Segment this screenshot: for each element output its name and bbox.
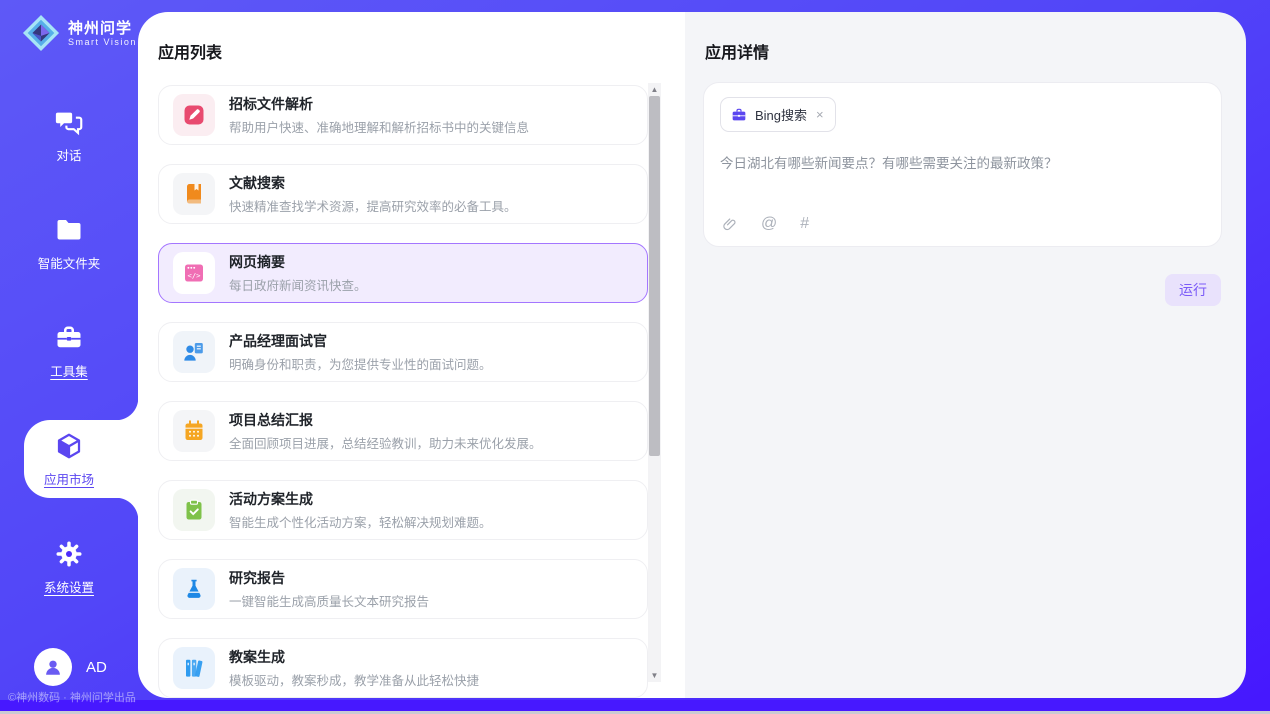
- app-card-title: 项目总结汇报: [229, 410, 542, 430]
- scroll-up-button[interactable]: ▲: [648, 83, 661, 96]
- app-card-title: 教案生成: [229, 647, 479, 667]
- app-card-desc: 模板驱动，教案秒成，教学准备从此轻松快捷: [229, 670, 479, 689]
- sidebar-item-settings[interactable]: 系统设置: [0, 513, 138, 621]
- chat-icon: [54, 107, 84, 137]
- app-card-title: 文献搜索: [229, 173, 517, 193]
- mention-icon[interactable]: @: [761, 215, 777, 233]
- app-card-desc: 明确身份和职责，为您提供专业性的面试问题。: [229, 354, 492, 373]
- tool-chip-label: Bing搜索: [755, 105, 807, 124]
- app-card[interactable]: 招标文件解析帮助用户快速、准确地理解和解析招标书中的关键信息: [158, 85, 648, 145]
- prompt-card: Bing搜索 × 今日湖北有哪些新闻要点？有哪些需要关注的最新政策？ @#: [703, 82, 1222, 247]
- app-list-panel: 应用列表 招标文件解析帮助用户快速、准确地理解和解析招标书中的关键信息文献搜索快…: [138, 12, 685, 698]
- sidebar-item-chat[interactable]: 对话: [0, 81, 138, 189]
- book-icon: [173, 173, 215, 215]
- brand-subtitle: Smart Vision: [68, 37, 137, 47]
- sidebar-nav: 对话智能文件夹工具集应用市场系统设置: [0, 81, 138, 621]
- scroll-down-button[interactable]: ▼: [648, 669, 661, 682]
- scrollbar[interactable]: ▲ ▼: [648, 83, 661, 682]
- prompt-text[interactable]: 今日湖北有哪些新闻要点？有哪些需要关注的最新政策？: [720, 154, 1205, 174]
- user-row[interactable]: AD: [34, 648, 107, 686]
- sidebar-item-label: 应用市场: [44, 469, 94, 488]
- tool-chip[interactable]: Bing搜索 ×: [720, 97, 836, 132]
- calendar-icon: [173, 410, 215, 452]
- briefcase-icon: [731, 107, 747, 123]
- sidebar-item-smart-folder[interactable]: 智能文件夹: [0, 189, 138, 297]
- run-button[interactable]: 运行: [1165, 274, 1221, 306]
- sidebar-item-label: 工具集: [50, 361, 88, 380]
- app-card[interactable]: 项目总结汇报全面回顾项目进展，总结经验教训，助力未来优化发展。: [158, 401, 648, 461]
- app-card-desc: 每日政府新闻资讯快查。: [229, 275, 367, 294]
- user-avatar[interactable]: [34, 648, 72, 686]
- cube-icon: [54, 431, 84, 461]
- app-card-desc: 全面回顾项目进展，总结经验教训，助力未来优化发展。: [229, 433, 542, 452]
- app-card-desc: 一键智能生成高质量长文本研究报告: [229, 591, 429, 610]
- folder-icon: [54, 215, 84, 245]
- run-row: 运行: [685, 274, 1221, 306]
- app-card-title: 产品经理面试官: [229, 331, 492, 351]
- user-initials: AD: [86, 659, 107, 676]
- flask-icon: [173, 568, 215, 610]
- brand-name: 神州问学: [68, 20, 137, 37]
- pen-icon: [173, 94, 215, 136]
- app-card[interactable]: 研究报告一键智能生成高质量长文本研究报告: [158, 559, 648, 619]
- app-detail-panel: 应用详情 Bing搜索 × 今日湖北有哪些新闻要点？有哪些需要关注的最新政策？ …: [685, 12, 1246, 698]
- sidebar: 神州问学 Smart Vision 对话智能文件夹工具集应用市场系统设置 AD …: [0, 0, 138, 714]
- sidebar-item-label: 智能文件夹: [38, 253, 101, 272]
- sidebar-item-app-market[interactable]: 应用市场: [0, 405, 138, 513]
- app-card[interactable]: 教案生成模板驱动，教案秒成，教学准备从此轻松快捷: [158, 638, 648, 698]
- app-card-title: 研究报告: [229, 568, 429, 588]
- app-card-list: 招标文件解析帮助用户快速、准确地理解和解析招标书中的关键信息文献搜索快速精准查找…: [158, 85, 648, 698]
- app-card-title: 招标文件解析: [229, 94, 529, 114]
- app-card-desc: 智能生成个性化活动方案，轻松解决规划难题。: [229, 512, 492, 531]
- browser-icon: </>: [173, 252, 215, 294]
- books-icon: [173, 647, 215, 689]
- bottom-accent-bar: [0, 700, 1270, 711]
- app-card[interactable]: </> 网页摘要每日政府新闻资讯快查。: [158, 243, 648, 303]
- paperclip-icon[interactable]: [721, 216, 738, 233]
- interview-icon: [173, 331, 215, 373]
- app-logo: 神州问学 Smart Vision: [0, 0, 138, 52]
- hash-icon[interactable]: #: [800, 215, 809, 233]
- gear-icon: [54, 539, 84, 569]
- app-list-title: 应用列表: [138, 12, 685, 63]
- person-icon: [42, 656, 64, 678]
- toolbox-icon: [54, 323, 84, 353]
- copyright-text: ©神州数码 · 神州问学出品: [8, 689, 136, 705]
- app-card-title: 活动方案生成: [229, 489, 492, 509]
- sidebar-item-toolset[interactable]: 工具集: [0, 297, 138, 405]
- app-card-desc: 帮助用户快速、准确地理解和解析招标书中的关键信息: [229, 117, 529, 136]
- sidebar-item-label: 系统设置: [44, 577, 94, 596]
- attachment-toolbar: @#: [721, 215, 809, 233]
- svg-text:</>: </>: [188, 271, 202, 280]
- app-card-title: 网页摘要: [229, 252, 367, 272]
- app-card[interactable]: 活动方案生成智能生成个性化活动方案，轻松解决规划难题。: [158, 480, 648, 540]
- sidebar-item-label: 对话: [56, 145, 81, 164]
- chip-close-icon[interactable]: ×: [815, 108, 825, 121]
- content-frame: 应用列表 招标文件解析帮助用户快速、准确地理解和解析招标书中的关键信息文献搜索快…: [138, 12, 1246, 698]
- app-detail-title: 应用详情: [685, 12, 1246, 63]
- logo-diamond-icon: [22, 14, 60, 52]
- app-card[interactable]: 产品经理面试官明确身份和职责，为您提供专业性的面试问题。: [158, 322, 648, 382]
- app-card[interactable]: 文献搜索快速精准查找学术资源，提高研究效率的必备工具。: [158, 164, 648, 224]
- scroll-thumb[interactable]: [649, 96, 660, 456]
- app-card-desc: 快速精准查找学术资源，提高研究效率的必备工具。: [229, 196, 517, 215]
- clipboard-icon: [173, 489, 215, 531]
